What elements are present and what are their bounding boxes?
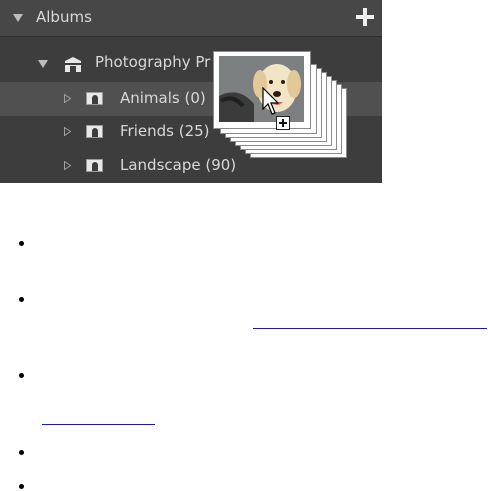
expand-arrow-icon[interactable] (38, 60, 48, 68)
album-label: Animals (0) (120, 89, 206, 107)
bullet-item-2 (19, 297, 24, 302)
album-label: Landscape (90) (120, 156, 237, 174)
collapse-arrow-icon[interactable] (13, 14, 23, 22)
albums-header-label: Albums (36, 8, 92, 26)
expand-arrow-icon[interactable] (64, 127, 71, 136)
album-icon (86, 125, 103, 138)
expand-arrow-icon[interactable] (64, 94, 71, 103)
plus-icon[interactable] (356, 8, 374, 26)
bullet-item-5 (19, 484, 24, 489)
bullet-item-4 (19, 450, 24, 455)
copy-plus-icon (276, 116, 290, 130)
collection-label: Photography Pr (95, 53, 211, 71)
drag-copy-cursor-icon (262, 87, 280, 115)
expand-arrow-icon[interactable] (64, 161, 71, 170)
bullet-item-3 (19, 373, 24, 378)
bullet-item-1 (19, 241, 24, 246)
link-underline[interactable] (42, 424, 155, 425)
album-label: Friends (25) (120, 122, 210, 140)
albums-header[interactable]: Albums (0, 0, 382, 37)
collection-icon (65, 57, 81, 72)
album-icon (86, 159, 103, 172)
album-icon (86, 92, 103, 105)
albums-panel: Albums Photography Pr Animals (0) Friend… (0, 0, 382, 183)
link-underline[interactable] (253, 328, 487, 329)
